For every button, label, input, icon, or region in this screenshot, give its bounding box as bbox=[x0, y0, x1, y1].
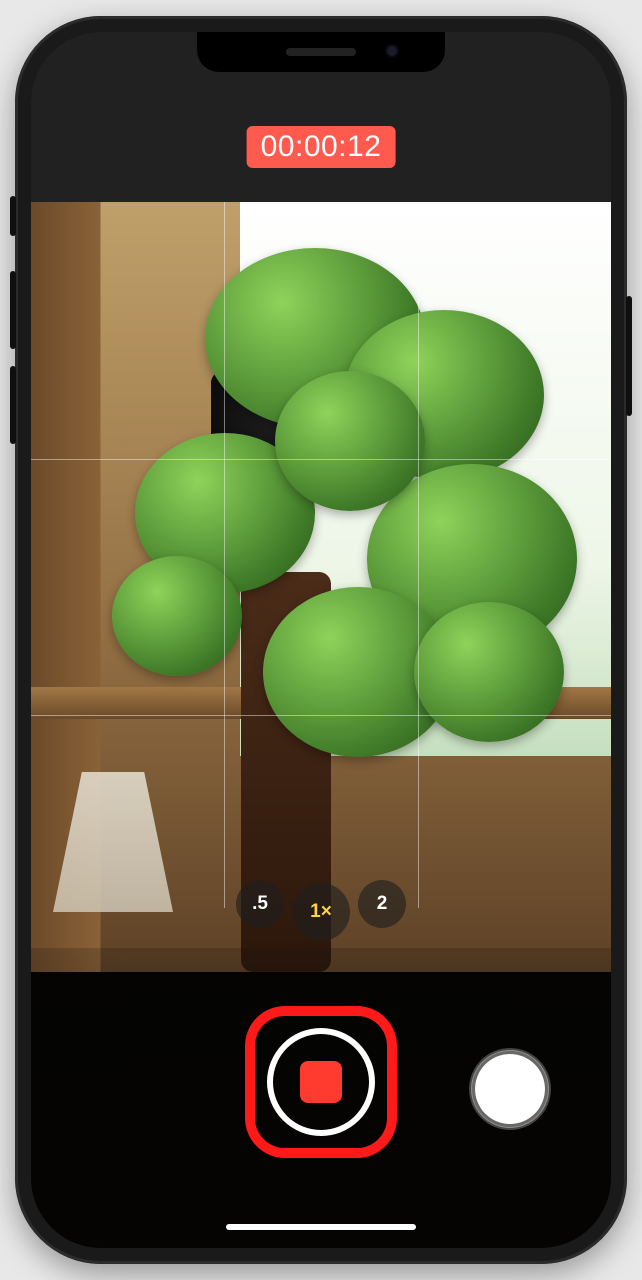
zoom-0-5x-button[interactable]: .5 bbox=[236, 880, 284, 928]
phone-frame: 00:00:12 .5 1× bbox=[15, 16, 627, 1264]
earpiece-speaker bbox=[286, 48, 356, 56]
front-camera-icon bbox=[385, 44, 399, 58]
stop-recording-button[interactable] bbox=[251, 1012, 391, 1152]
volume-up-button[interactable] bbox=[10, 271, 16, 349]
mute-switch[interactable] bbox=[10, 196, 16, 236]
stop-square-icon bbox=[300, 1061, 342, 1103]
notch bbox=[197, 32, 445, 72]
screen: 00:00:12 .5 1× bbox=[31, 32, 611, 1248]
volume-down-button[interactable] bbox=[10, 366, 16, 444]
grid-line-icon bbox=[418, 202, 419, 908]
viewfinder[interactable] bbox=[31, 202, 611, 972]
home-indicator[interactable] bbox=[226, 1224, 416, 1230]
side-button[interactable] bbox=[626, 296, 632, 416]
live-preview-image bbox=[31, 202, 611, 972]
zoom-1x-button[interactable]: 1× bbox=[292, 883, 350, 941]
grid-line-icon bbox=[31, 715, 611, 716]
recording-timer: 00:00:12 bbox=[247, 126, 396, 168]
zoom-2x-button[interactable]: 2 bbox=[358, 880, 406, 928]
grid-line-icon bbox=[31, 459, 611, 460]
zoom-selector: .5 1× 2 bbox=[236, 880, 406, 938]
grid-line-icon bbox=[224, 202, 225, 908]
capture-still-button[interactable] bbox=[471, 1050, 549, 1128]
